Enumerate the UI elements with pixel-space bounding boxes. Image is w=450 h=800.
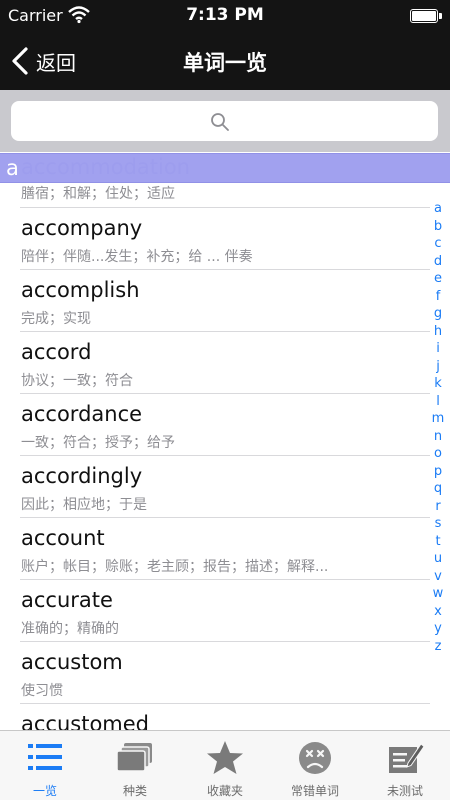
tab-categories[interactable]: 种类 bbox=[90, 731, 180, 800]
tab-bar: 一览 种类 收藏夹 常错单词 未测试 bbox=[0, 730, 450, 800]
index-letter[interactable]: q bbox=[430, 480, 446, 498]
index-letter[interactable]: t bbox=[430, 533, 446, 551]
cards-icon bbox=[116, 743, 152, 772]
word-text: accustom bbox=[21, 650, 123, 674]
section-letter: a bbox=[6, 156, 19, 180]
list-item[interactable]: accurate 准确的；精确的 bbox=[20, 580, 430, 642]
section-index[interactable]: a b c d e f g h i j k l m n o p q r s t … bbox=[430, 200, 446, 655]
word-list: accommodation 膳宿；和解；住处；适应 accompany 陪伴；伴… bbox=[0, 152, 450, 730]
tab-label: 种类 bbox=[122, 784, 147, 798]
section-header: a bbox=[0, 153, 450, 183]
index-letter[interactable]: x bbox=[430, 603, 446, 621]
list-item[interactable]: accustom 使习惯 bbox=[20, 642, 430, 704]
index-letter[interactable]: f bbox=[430, 288, 446, 306]
index-letter[interactable]: e bbox=[430, 270, 446, 288]
index-letter[interactable]: a bbox=[430, 200, 446, 218]
tab-label: 常错单词 bbox=[290, 784, 339, 798]
word-meaning: 因此；相应地；于是 bbox=[21, 497, 147, 513]
index-letter[interactable]: v bbox=[430, 568, 446, 586]
tab-favorites[interactable]: 收藏夹 bbox=[180, 731, 270, 800]
word-meaning: 膳宿；和解；住处；适应 bbox=[21, 186, 175, 202]
word-text: accord bbox=[21, 340, 92, 364]
list-icon bbox=[28, 744, 62, 770]
word-meaning: 协议；一致；符合 bbox=[21, 373, 133, 389]
list-item[interactable]: accord 协议；一致；符合 bbox=[20, 332, 430, 394]
tab-label: 未测试 bbox=[386, 784, 423, 798]
word-text: accompany bbox=[21, 216, 143, 240]
word-meaning: 陪伴；伴随...发生；补充；给 ... 伴奏 bbox=[21, 249, 253, 265]
index-letter[interactable]: s bbox=[430, 515, 446, 533]
index-letter[interactable]: r bbox=[430, 498, 446, 516]
index-letter[interactable]: o bbox=[430, 445, 446, 463]
list-item[interactable]: accordingly 因此；相应地；于是 bbox=[20, 456, 430, 518]
list-item[interactable]: accomplish 完成；实现 bbox=[20, 270, 430, 332]
tab-untested[interactable]: 未测试 bbox=[360, 731, 450, 800]
battery-icon bbox=[410, 9, 442, 23]
edit-icon bbox=[389, 743, 425, 773]
index-letter[interactable]: n bbox=[430, 428, 446, 446]
list-item[interactable]: accustomed bbox=[20, 704, 430, 730]
index-letter[interactable]: d bbox=[430, 253, 446, 271]
list-item[interactable]: accompany 陪伴；伴随...发生；补充；给 ... 伴奏 bbox=[20, 208, 430, 270]
word-meaning: 一致；符合；授予；给予 bbox=[21, 435, 175, 451]
status-bar: Carrier 7:13 PM bbox=[0, 0, 450, 32]
word-text: accordance bbox=[21, 402, 143, 426]
index-letter[interactable]: c bbox=[430, 235, 446, 253]
word-text: accurate bbox=[21, 588, 113, 612]
navigation-bar: 返回 单词一览 bbox=[0, 32, 450, 90]
tab-label: 一览 bbox=[32, 784, 57, 798]
word-meaning: 使习惯 bbox=[21, 683, 63, 699]
clock: 7:13 PM bbox=[186, 5, 264, 25]
index-letter[interactable]: l bbox=[430, 393, 446, 411]
index-letter[interactable]: i bbox=[430, 340, 446, 358]
index-letter[interactable]: g bbox=[430, 305, 446, 323]
index-letter[interactable]: u bbox=[430, 550, 446, 568]
word-meaning: 账户；帐目；赊账；老主顾；报告；描述；解释... bbox=[21, 559, 329, 575]
tab-overview[interactable]: 一览 bbox=[0, 731, 90, 800]
index-letter[interactable]: b bbox=[430, 218, 446, 236]
word-text: account bbox=[21, 526, 105, 550]
word-text: accustomed bbox=[21, 712, 149, 730]
index-letter[interactable]: j bbox=[430, 358, 446, 376]
index-letter[interactable]: y bbox=[430, 620, 446, 638]
index-letter[interactable]: k bbox=[430, 375, 446, 393]
star-icon bbox=[207, 741, 243, 774]
page-title: 单词一览 bbox=[183, 51, 267, 75]
index-letter[interactable]: m bbox=[430, 410, 446, 428]
list-item[interactable]: accordance 一致；符合；授予；给予 bbox=[20, 394, 430, 456]
word-meaning: 完成；实现 bbox=[21, 311, 91, 327]
tab-mistakes[interactable]: 常错单词 bbox=[270, 731, 360, 800]
search-bar bbox=[0, 90, 450, 152]
index-letter[interactable]: h bbox=[430, 323, 446, 341]
tab-label: 收藏夹 bbox=[206, 784, 243, 798]
word-text: accomplish bbox=[21, 278, 140, 302]
word-text: accordingly bbox=[21, 464, 143, 488]
search-input[interactable] bbox=[11, 101, 438, 141]
index-letter[interactable]: z bbox=[430, 638, 446, 656]
index-letter[interactable]: w bbox=[430, 585, 446, 603]
list-item[interactable]: account 账户；帐目；赊账；老主顾；报告；描述；解释... bbox=[20, 518, 430, 580]
sad-face-icon bbox=[299, 742, 331, 774]
index-letter[interactable]: p bbox=[430, 463, 446, 481]
word-meaning: 准确的；精确的 bbox=[21, 621, 119, 637]
